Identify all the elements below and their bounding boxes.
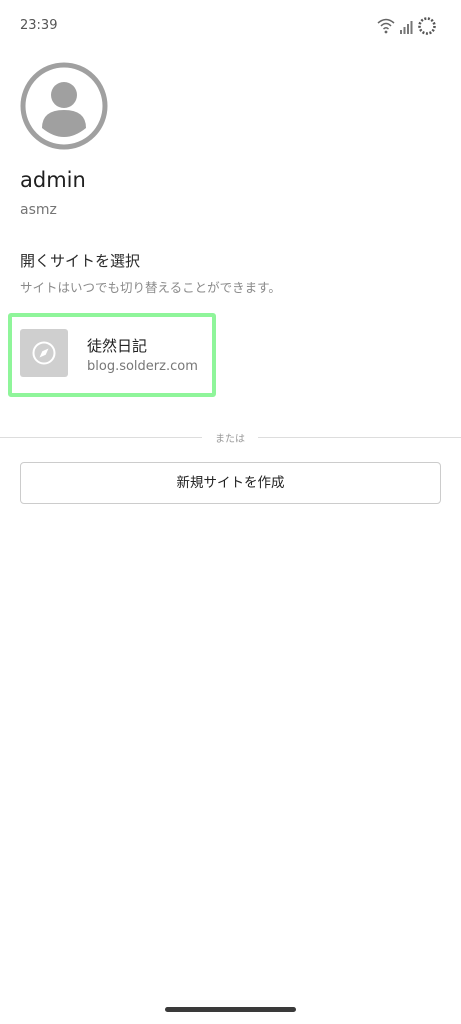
status-bar: 23:39: [0, 0, 461, 52]
signal-icon: [399, 19, 413, 38]
site-name: 徒然日記: [87, 337, 148, 355]
wifi-icon: [377, 18, 395, 38]
status-time: 23:39: [20, 18, 58, 33]
status-icons: [377, 16, 437, 40]
create-site-button[interactable]: 新規サイトを作成: [20, 462, 441, 504]
site-icon: [20, 329, 68, 377]
site-item[interactable]: 徒然日記 blog.solderz.com: [8, 313, 216, 397]
site-picker-subtitle: サイトはいつでも切り替えることができます。: [20, 280, 281, 295]
avatar: [20, 62, 108, 150]
home-indicator[interactable]: [165, 1007, 296, 1012]
site-url: blog.solderz.com: [87, 359, 198, 374]
user-handle: asmz: [20, 202, 57, 218]
compass-icon: [32, 341, 56, 365]
user-name: admin: [20, 168, 86, 192]
divider-line-left: [0, 437, 202, 438]
divider-line-right: [258, 437, 461, 438]
site-picker-title: 開くサイトを選択: [20, 252, 141, 270]
person-icon: [20, 62, 108, 150]
divider-label: または: [215, 434, 245, 445]
sync-icon: [417, 16, 437, 40]
